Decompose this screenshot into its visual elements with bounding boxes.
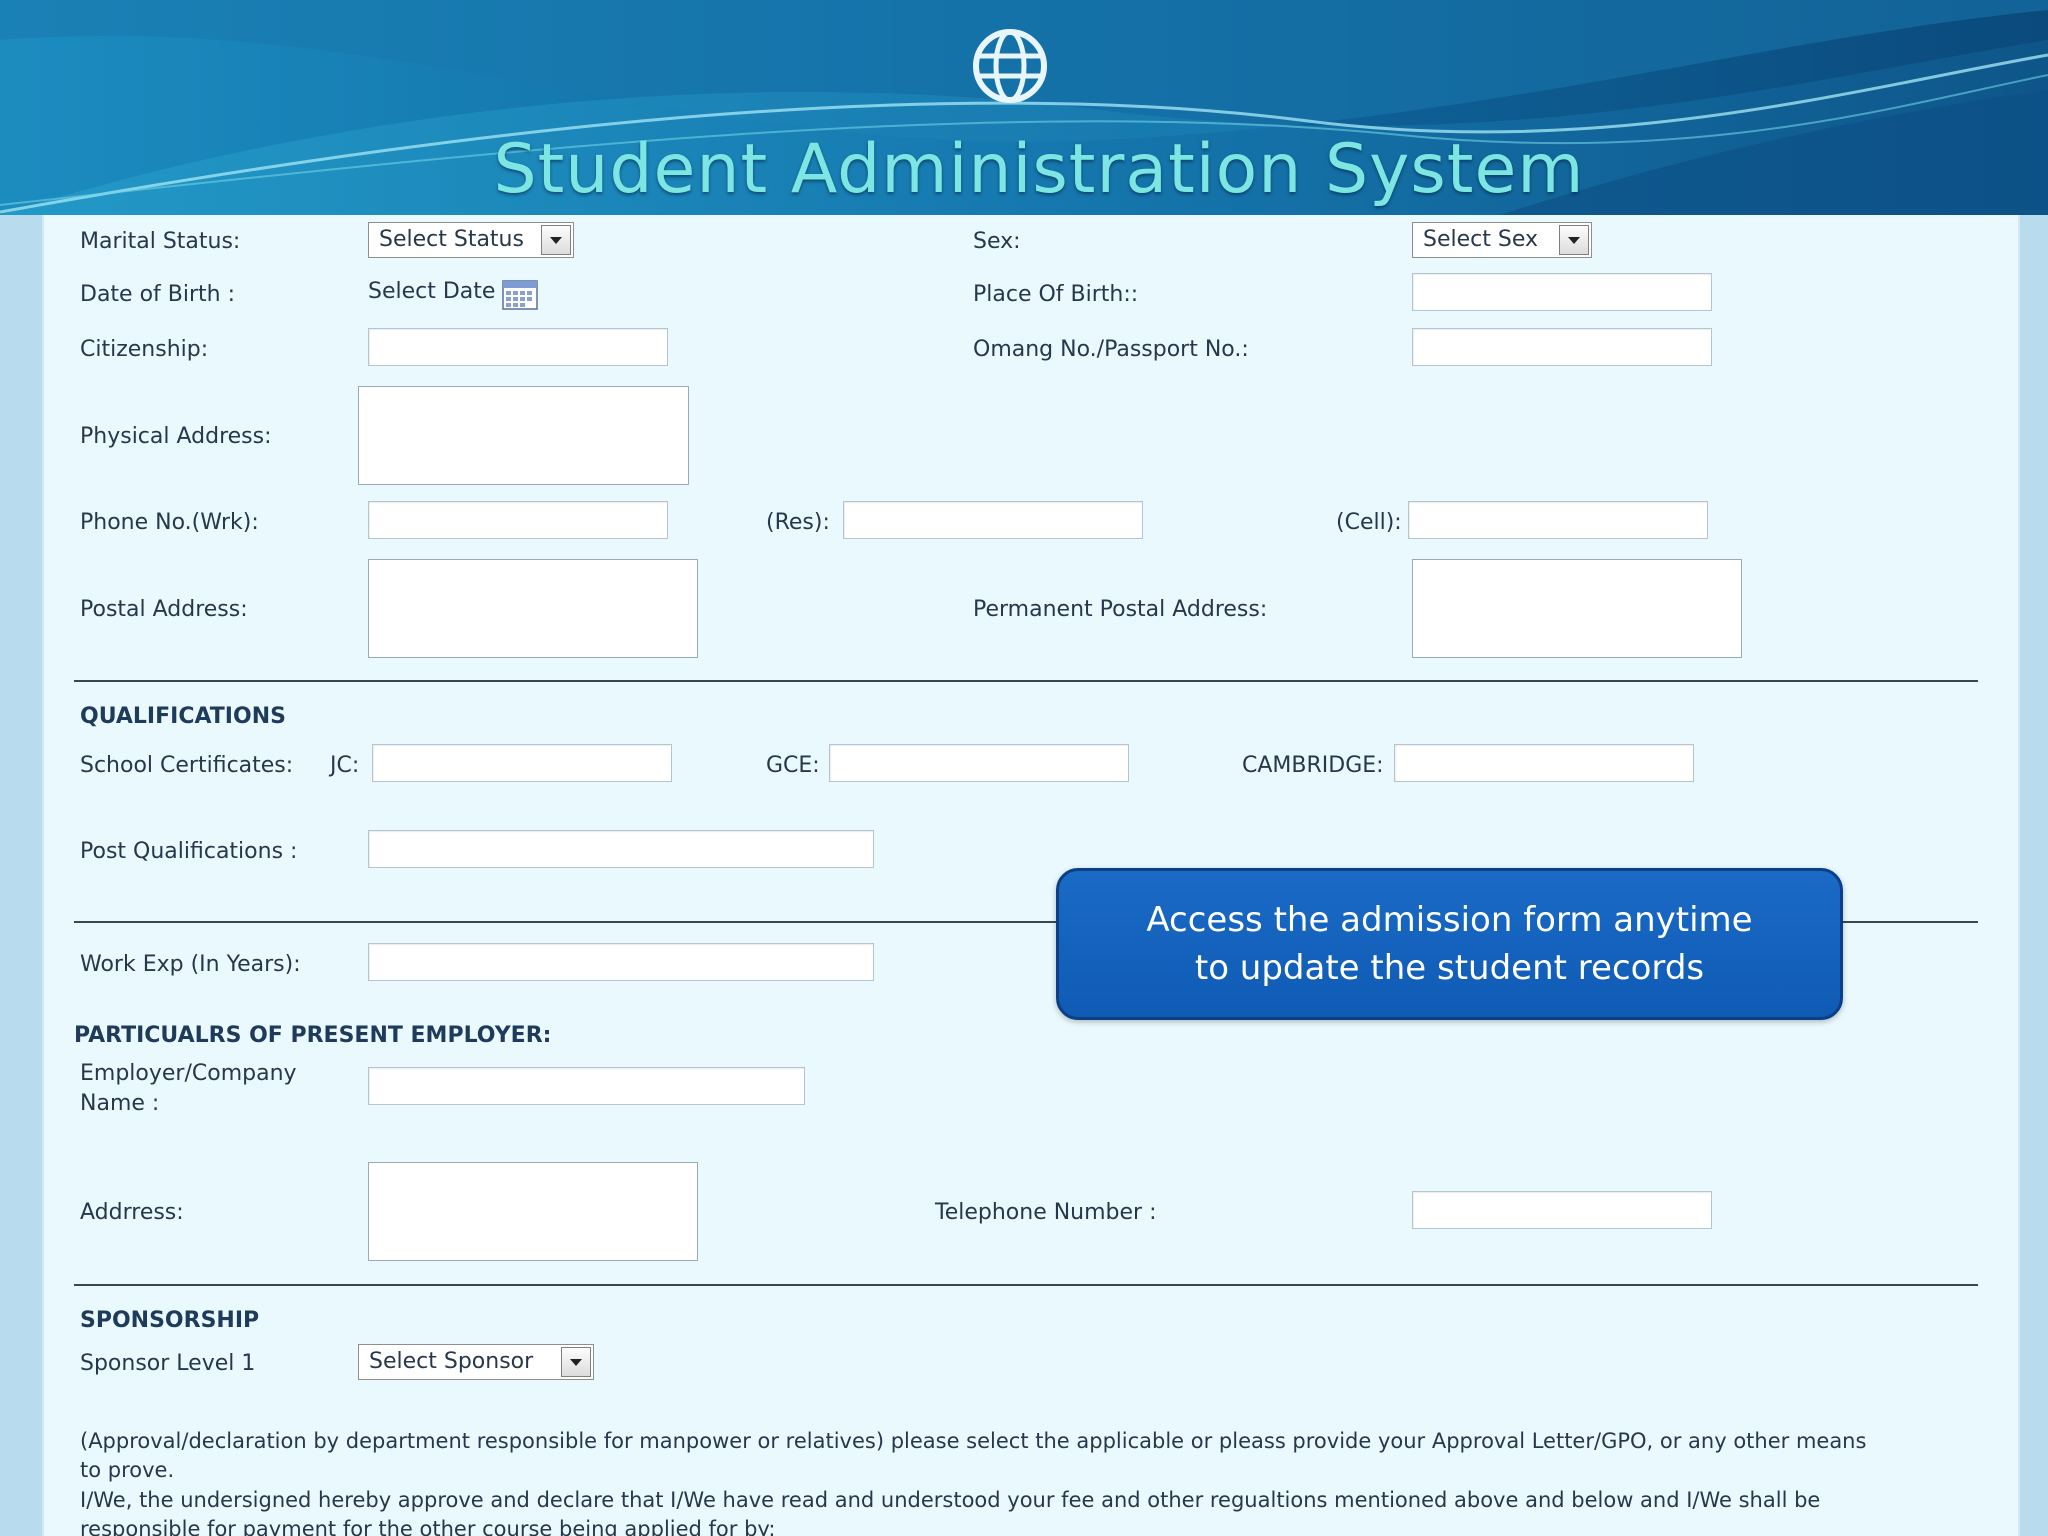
marital-status-value: Select Status [379,227,524,252]
approval-note: (Approval/declaration by department resp… [80,1427,1970,1485]
sponsor-value: Select Sponsor [369,1349,534,1374]
declaration-line1: I/We, the undersigned hereby approve and… [80,1488,1821,1512]
app-title: Student Administration System [493,130,1585,209]
school-certificates-label: School Certificates: [80,753,294,778]
info-callout: Access the admission form anytime to upd… [1056,868,1843,1020]
gce-label: GCE: [766,753,820,778]
employer-address-textarea[interactable] [368,1162,698,1261]
post-qualifications-label: Post Qualifications : [80,839,298,864]
phone-work-input[interactable] [368,501,668,539]
employer-telephone-label: Telephone Number : [935,1200,1157,1225]
gce-input[interactable] [829,744,1129,782]
permanent-postal-address-label: Permanent Postal Address: [973,597,1268,622]
marital-status-select[interactable]: Select Status [368,222,574,258]
work-experience-input[interactable] [368,943,874,981]
postal-address-textarea[interactable] [368,559,698,658]
phone-cell-label: (Cell): [1336,510,1402,535]
admission-form: Marital Status: Select Status Sex: Selec… [0,215,2048,1536]
section-divider [74,1284,1978,1286]
phone-res-label: (Res): [766,510,830,535]
sex-value: Select Sex [1423,227,1538,252]
chevron-down-icon[interactable] [1559,225,1589,255]
declaration-text: I/We, the undersigned hereby approve and… [80,1486,1970,1536]
phone-work-label: Phone No.(Wrk): [80,510,259,535]
employer-company-name-input[interactable] [368,1067,805,1105]
jc-label: JC: [330,753,360,778]
employer-address-label: Addrress: [80,1200,184,1225]
physical-address-label: Physical Address: [80,424,272,449]
permanent-postal-address-textarea[interactable] [1412,559,1742,658]
present-employer-heading: PARTICUALRS OF PRESENT EMPLOYER: [74,1023,552,1048]
citizenship-input[interactable] [368,328,668,366]
app-header: Student Administration System [0,0,2048,215]
omang-passport-input[interactable] [1412,328,1712,366]
sex-label: Sex: [973,229,1021,254]
chevron-down-icon[interactable] [541,225,571,255]
approval-note-line2: to prove. [80,1458,175,1482]
employer-company-label-line1: Employer/Company [80,1061,297,1086]
date-of-birth-value: Select Date [368,279,496,304]
postal-address-label: Postal Address: [80,597,248,622]
place-of-birth-input[interactable] [1412,273,1712,311]
cambridge-label: CAMBRIDGE: [1242,753,1384,778]
employer-telephone-input[interactable] [1412,1191,1712,1229]
physical-address-textarea[interactable] [358,386,689,485]
sex-select[interactable]: Select Sex [1412,222,1592,258]
cambridge-input[interactable] [1394,744,1694,782]
section-divider [74,680,1978,682]
post-qualifications-input[interactable] [368,830,874,868]
sponsorship-heading: SPONSORSHIP [80,1308,260,1333]
citizenship-label: Citizenship: [80,337,209,362]
calendar-icon[interactable] [502,278,538,310]
place-of-birth-label: Place Of Birth:: [973,282,1139,307]
globe-logo-icon [970,20,1047,117]
qualifications-heading: QUALIFICATIONS [80,704,286,729]
sponsor-select[interactable]: Select Sponsor [358,1344,594,1380]
phone-cell-input[interactable] [1408,501,1708,539]
employer-company-label: Employer/Company Name : [80,1059,297,1119]
sponsor-level-label: Sponsor Level 1 [80,1351,256,1376]
employer-company-label-line2: Name : [80,1091,160,1116]
marital-status-label: Marital Status: [80,229,241,254]
chevron-down-icon[interactable] [561,1347,591,1377]
work-experience-label: Work Exp (In Years): [80,952,301,977]
declaration-line2: responsible for payment for the other co… [80,1517,776,1536]
jc-input[interactable] [372,744,672,782]
approval-note-line1: (Approval/declaration by department resp… [80,1429,1867,1453]
omang-passport-label: Omang No./Passport No.: [973,337,1249,362]
date-of-birth-label: Date of Birth : [80,282,235,307]
callout-text: Access the admission form anytime to upd… [1146,900,1753,988]
phone-res-input[interactable] [843,501,1143,539]
